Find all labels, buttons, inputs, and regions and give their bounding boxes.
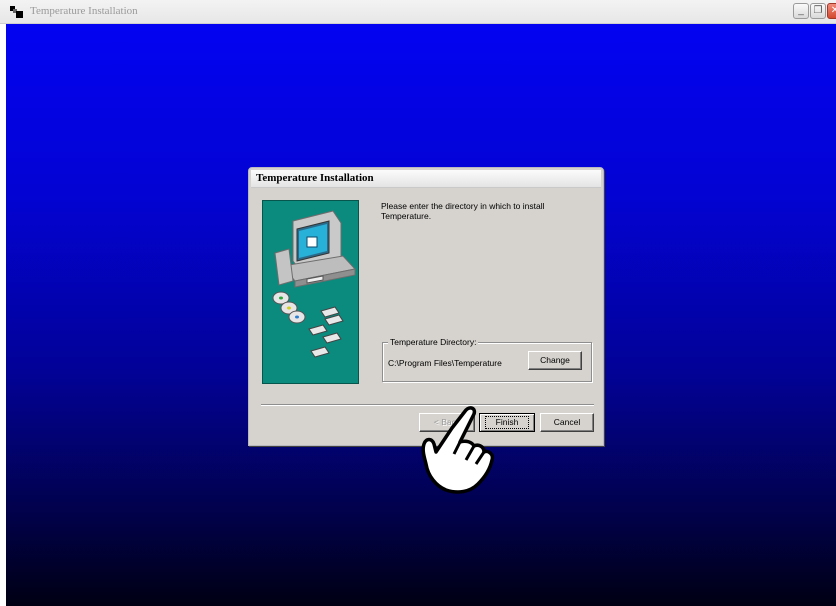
window-title: Temperature Installation	[30, 5, 138, 17]
dialog-title-bar[interactable]: Temperature Installation	[251, 170, 601, 188]
restore-button[interactable]: ❐	[810, 3, 826, 19]
computer-disk-icon	[272, 210, 356, 358]
window-title-bar[interactable]: Temperature Installation _ ❐ ✕	[0, 0, 836, 24]
hand-pointer-icon	[421, 406, 495, 494]
close-button[interactable]: ✕	[827, 3, 836, 19]
computer-install-illustration	[262, 200, 359, 384]
directory-group-label: Temperature Directory:	[388, 337, 479, 348]
app-icon	[10, 6, 23, 18]
change-button[interactable]: Change	[528, 351, 582, 370]
minimize-button[interactable]: _	[793, 3, 809, 19]
directory-path: C:\Program Files\Temperature	[388, 358, 502, 368]
cancel-button[interactable]: Cancel	[540, 413, 594, 432]
install-prompt: Please enter the directory in which to i…	[381, 201, 545, 221]
dialog-title: Temperature Installation	[256, 172, 374, 184]
